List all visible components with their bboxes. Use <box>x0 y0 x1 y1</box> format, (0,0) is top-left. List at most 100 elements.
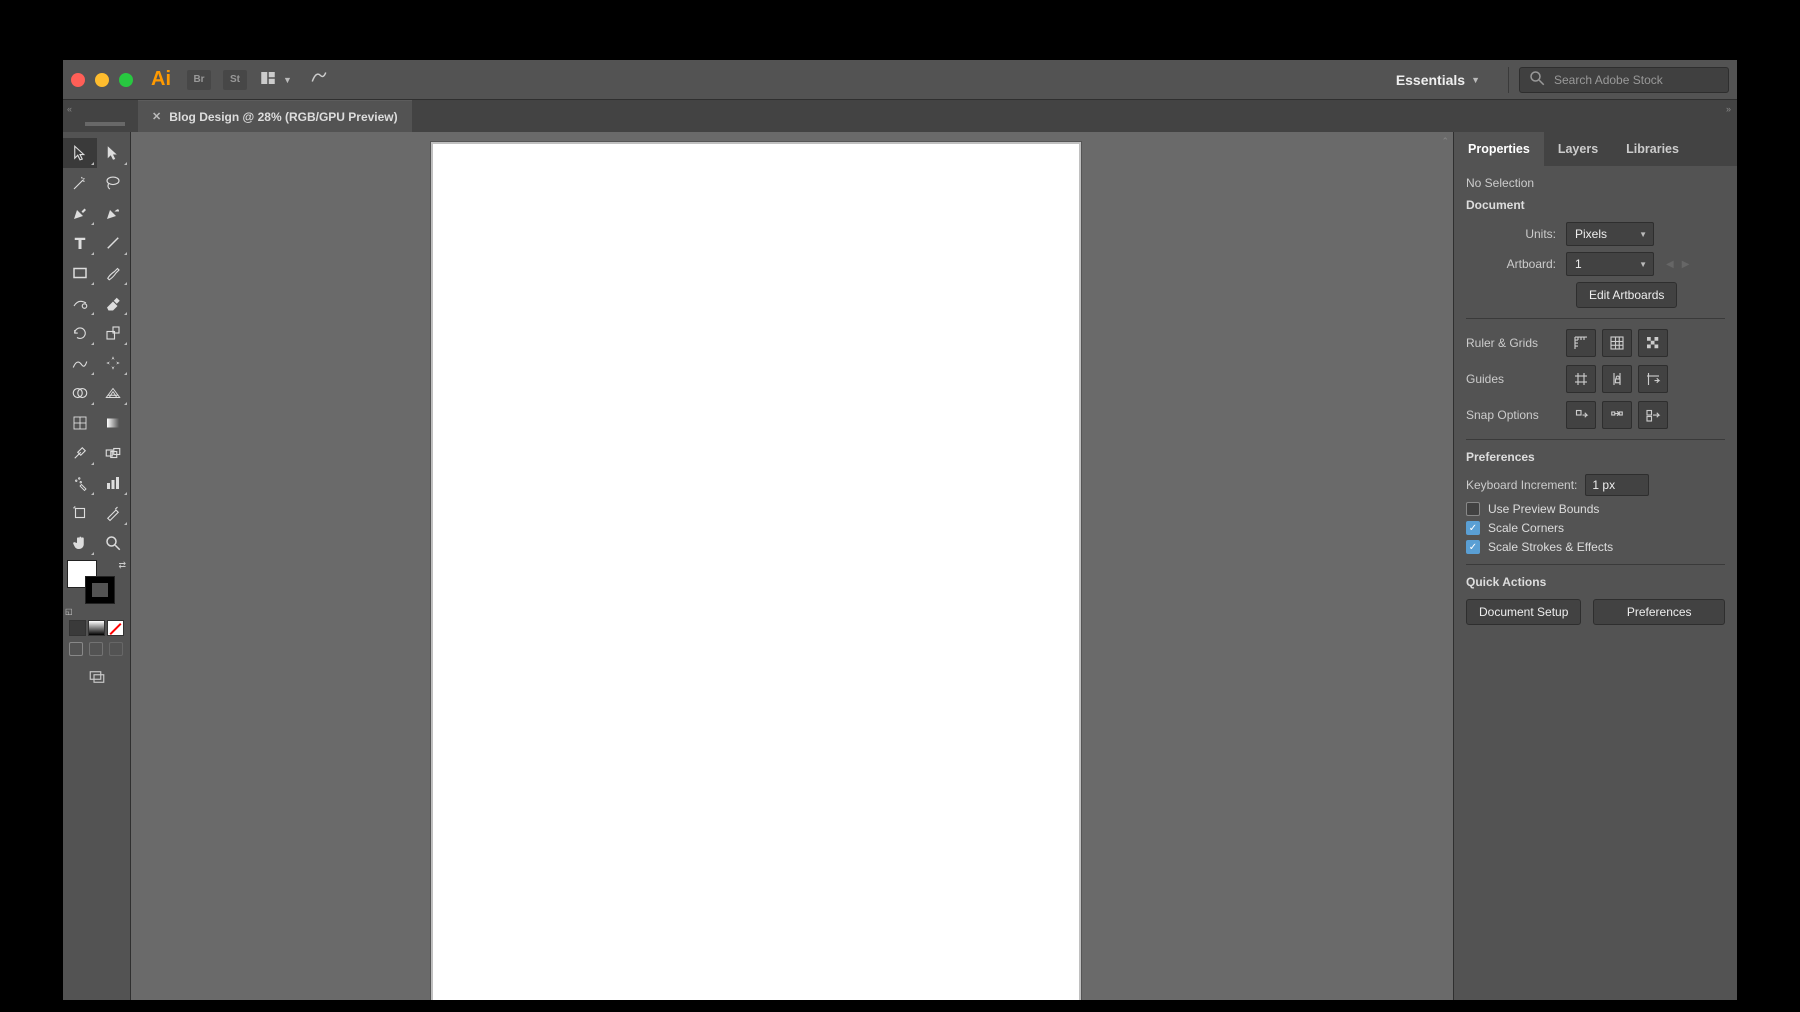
snap-to-point-button[interactable] <box>1602 401 1632 429</box>
color-mode-gradient[interactable] <box>88 620 105 636</box>
pen-tool[interactable] <box>63 198 97 228</box>
close-tab-icon[interactable]: ✕ <box>152 110 161 123</box>
units-dropdown[interactable]: Pixels ▼ <box>1566 222 1654 246</box>
arrange-documents-icon[interactable] <box>259 69 277 90</box>
guides-lock-button[interactable] <box>1602 365 1632 393</box>
units-value: Pixels <box>1575 227 1607 241</box>
color-mode-solid[interactable] <box>69 620 86 636</box>
main-area: ⇄ ◱ ⌃ Properties <box>63 132 1737 1000</box>
shaper-tool[interactable] <box>63 288 97 318</box>
toolbox-drag-handle[interactable] <box>85 122 125 126</box>
hand-tool[interactable] <box>63 528 97 558</box>
canvas-area[interactable]: ⌃ <box>131 132 1453 1000</box>
document-setup-button[interactable]: Document Setup <box>1466 599 1581 625</box>
selection-tool[interactable] <box>63 138 97 168</box>
edit-artboards-button[interactable]: Edit Artboards <box>1576 282 1677 308</box>
default-fill-stroke-icon[interactable]: ◱ <box>65 607 73 616</box>
snap-to-pixel-button[interactable] <box>1566 401 1596 429</box>
scale-corners-label: Scale Corners <box>1488 521 1564 535</box>
tab-layers[interactable]: Layers <box>1544 132 1612 166</box>
transparency-grid-button[interactable] <box>1638 329 1668 357</box>
use-preview-bounds-label: Use Preview Bounds <box>1488 502 1599 516</box>
smart-guides-button[interactable] <box>1638 365 1668 393</box>
rotate-tool[interactable] <box>63 318 97 348</box>
snap-to-grid-button[interactable] <box>1638 401 1668 429</box>
illustrator-logo: Ai <box>151 68 171 91</box>
guides-label: Guides <box>1466 372 1566 386</box>
search-input[interactable]: Search Adobe Stock <box>1519 67 1729 93</box>
slice-tool[interactable] <box>97 498 131 528</box>
workspace-selector[interactable]: Essentials ▼ <box>1388 68 1488 92</box>
bridge-button[interactable]: Br <box>187 70 211 90</box>
shape-builder-tool[interactable] <box>63 378 97 408</box>
gpu-preview-icon[interactable] <box>310 68 328 91</box>
scroll-up-icon[interactable]: ⌃ <box>1441 136 1449 147</box>
zoom-tool[interactable] <box>97 528 131 558</box>
draw-behind[interactable] <box>89 642 103 656</box>
close-window-button[interactable] <box>71 73 85 87</box>
chevron-down-icon[interactable]: ▼ <box>283 75 292 85</box>
collapse-left-icon[interactable]: « <box>67 104 72 114</box>
panel-tabs: Properties Layers Libraries <box>1454 132 1737 166</box>
rectangle-tool[interactable] <box>63 258 97 288</box>
paintbrush-tool[interactable] <box>97 258 131 288</box>
keyboard-increment-label: Keyboard Increment: <box>1466 478 1577 492</box>
color-mode-none[interactable] <box>107 620 124 636</box>
guides-visibility-button[interactable] <box>1566 365 1596 393</box>
artboard-next-icon[interactable]: ▶ <box>1680 257 1692 272</box>
properties-panel: Properties Layers Libraries No Selection… <box>1453 132 1737 1000</box>
width-tool[interactable] <box>63 348 97 378</box>
title-bar: Ai Br St ▼ Essentials ▼ Search Adobe Sto… <box>63 60 1737 100</box>
blend-tool[interactable] <box>97 438 131 468</box>
eyedropper-tool[interactable] <box>63 438 97 468</box>
preferences-button[interactable]: Preferences <box>1593 599 1725 625</box>
curvature-tool[interactable] <box>97 198 131 228</box>
screen-mode-button[interactable] <box>63 660 130 694</box>
fill-stroke-swatches[interactable]: ⇄ ◱ <box>63 558 130 618</box>
use-preview-bounds-checkbox[interactable] <box>1466 502 1480 516</box>
stock-button[interactable]: St <box>223 70 247 90</box>
artboard-tool[interactable] <box>63 498 97 528</box>
scale-tool[interactable] <box>97 318 131 348</box>
search-placeholder: Search Adobe Stock <box>1554 73 1663 87</box>
minimize-window-button[interactable] <box>95 73 109 87</box>
divider <box>1466 439 1725 440</box>
divider <box>1466 564 1725 565</box>
collapse-right-icon[interactable]: » <box>1726 104 1731 114</box>
direct-selection-tool[interactable] <box>97 138 131 168</box>
tab-libraries[interactable]: Libraries <box>1612 132 1693 166</box>
mesh-tool[interactable] <box>63 408 97 438</box>
keyboard-increment-input[interactable] <box>1585 474 1649 496</box>
artboard[interactable] <box>431 142 1081 1000</box>
symbol-sprayer-tool[interactable] <box>63 468 97 498</box>
section-preferences-title: Preferences <box>1466 450 1725 464</box>
artboard-dropdown[interactable]: 1 ▼ <box>1566 252 1654 276</box>
artboard-prev-icon[interactable]: ◀ <box>1664 257 1676 272</box>
type-tool[interactable] <box>63 228 97 258</box>
stroke-swatch[interactable] <box>85 576 115 604</box>
column-graph-tool[interactable] <box>97 468 131 498</box>
free-transform-tool[interactable] <box>97 348 131 378</box>
maximize-window-button[interactable] <box>119 73 133 87</box>
document-tab-bar: « ✕ Blog Design @ 28% (RGB/GPU Preview) … <box>63 100 1737 132</box>
line-tool[interactable] <box>97 228 131 258</box>
document-tab-title: Blog Design @ 28% (RGB/GPU Preview) <box>169 110 397 124</box>
scale-strokes-checkbox[interactable]: ✓ <box>1466 540 1480 554</box>
perspective-grid-tool[interactable] <box>97 378 131 408</box>
divider <box>1466 318 1725 319</box>
magic-wand-tool[interactable] <box>63 168 97 198</box>
app-window: Ai Br St ▼ Essentials ▼ Search Adobe Sto… <box>63 60 1737 1000</box>
tab-properties[interactable]: Properties <box>1454 132 1544 166</box>
eraser-tool[interactable] <box>97 288 131 318</box>
gradient-tool[interactable] <box>97 408 131 438</box>
toolbox: ⇄ ◱ <box>63 132 131 1000</box>
document-tab[interactable]: ✕ Blog Design @ 28% (RGB/GPU Preview) <box>138 100 412 132</box>
swap-fill-stroke-icon[interactable]: ⇄ <box>118 560 126 571</box>
grid-toggle-button[interactable] <box>1602 329 1632 357</box>
ruler-toggle-button[interactable] <box>1566 329 1596 357</box>
scale-corners-checkbox[interactable]: ✓ <box>1466 521 1480 535</box>
divider <box>1508 67 1509 93</box>
draw-inside[interactable] <box>109 642 123 656</box>
lasso-tool[interactable] <box>97 168 131 198</box>
draw-normal[interactable] <box>69 642 83 656</box>
